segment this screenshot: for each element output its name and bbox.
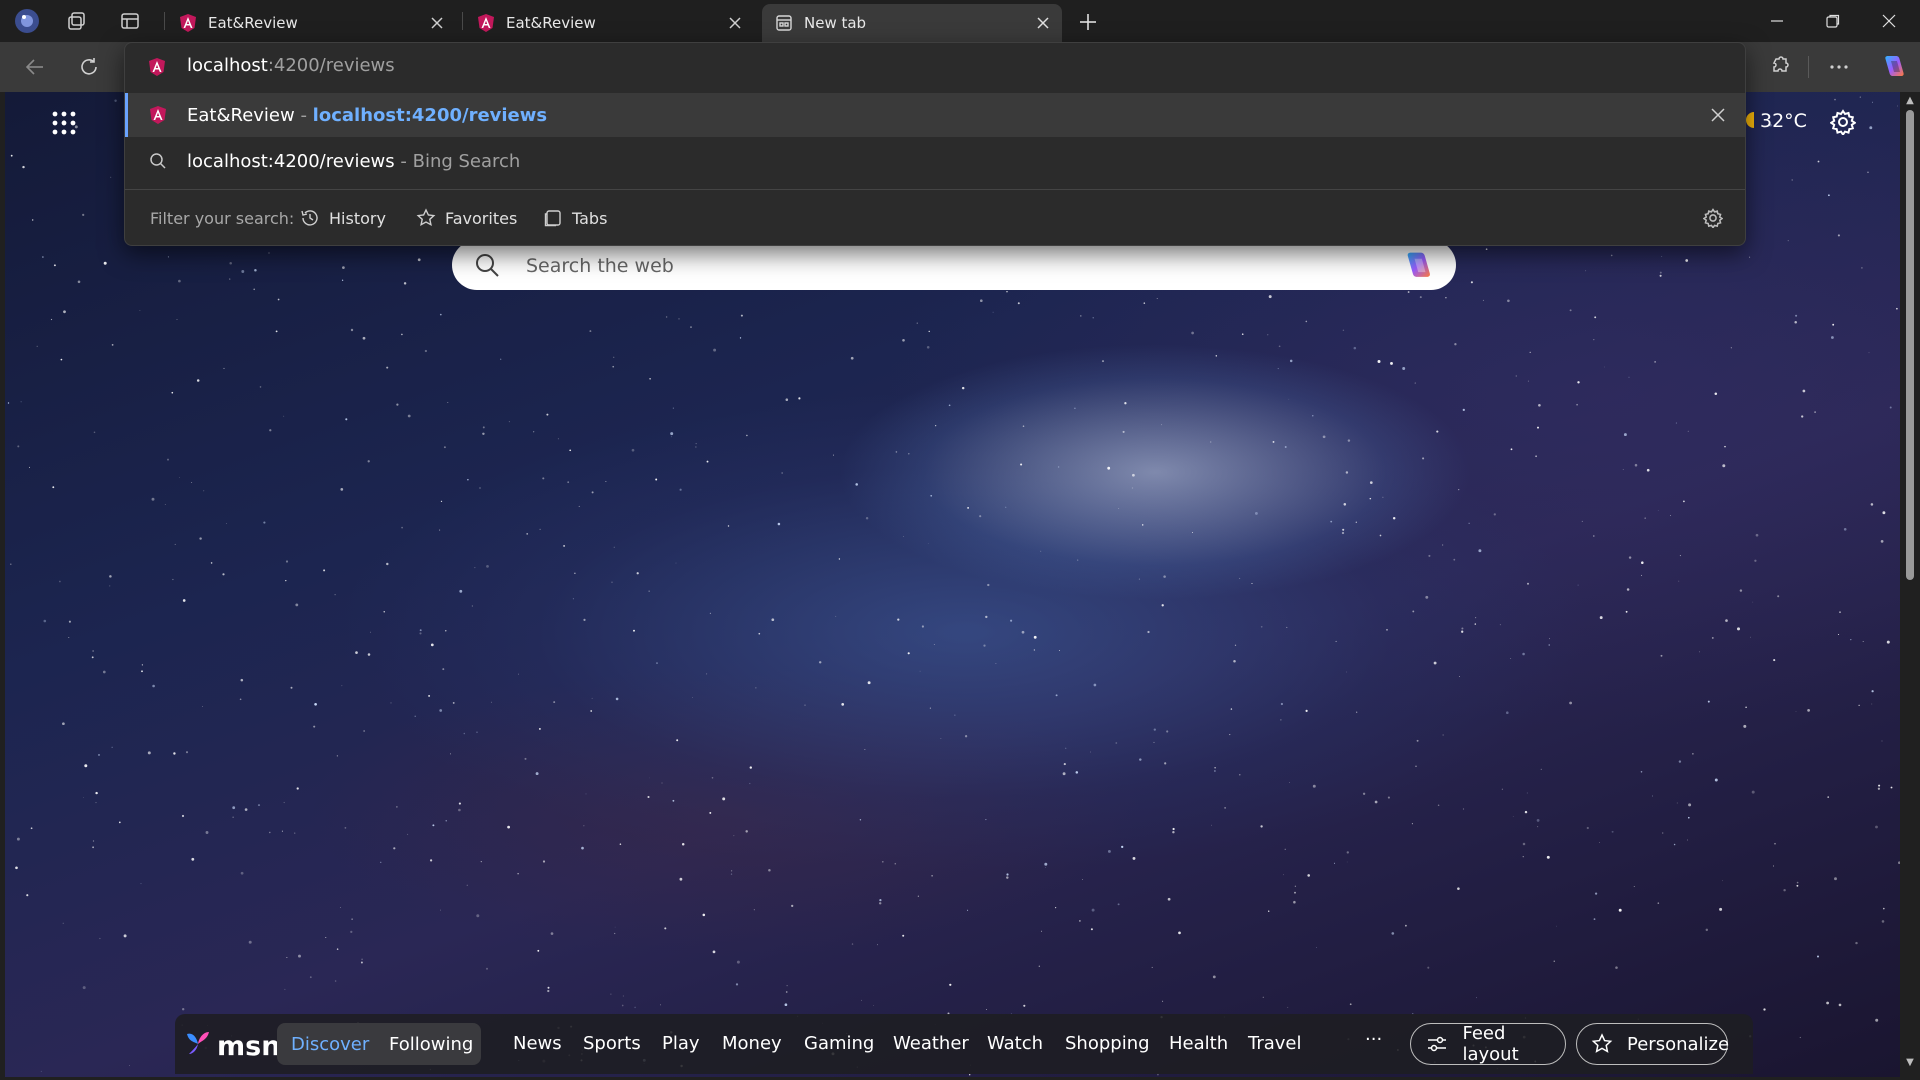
refresh-icon[interactable]	[74, 52, 104, 82]
close-icon[interactable]	[1034, 14, 1052, 32]
scroll-down-arrow-icon[interactable]: ▼	[1904, 1058, 1916, 1068]
copilot-icon[interactable]	[1878, 52, 1908, 82]
page-settings-gear-icon[interactable]	[1825, 104, 1861, 140]
msn-logo-text: msn	[217, 1031, 281, 1062]
selection-indicator	[125, 93, 128, 137]
suggestion-query: localhost:4200/reviews	[187, 151, 395, 172]
personalize-label: Personalize	[1627, 1033, 1730, 1055]
history-clock-icon	[299, 207, 321, 229]
tabs-icon	[542, 207, 564, 229]
nav-watch[interactable]: Watch	[987, 1033, 1043, 1054]
filter-favorites[interactable]: Favorites	[415, 204, 517, 232]
close-icon[interactable]	[726, 14, 744, 32]
tab-eat-review-2[interactable]: Eat&Review	[464, 4, 754, 42]
scroll-up-arrow-icon[interactable]: ▲	[1904, 96, 1916, 106]
tab-discover[interactable]: Discover	[291, 1031, 369, 1057]
sparkle-star-icon	[1591, 1032, 1613, 1056]
profile-avatar-icon[interactable]	[14, 8, 40, 34]
workspaces-icon[interactable]	[64, 8, 90, 34]
tab-title: Eat&Review	[208, 14, 298, 32]
close-icon[interactable]	[428, 14, 446, 32]
nav-more[interactable]: ···	[1365, 1029, 1382, 1050]
search-filter-row: Filter your search: History Favorites Ta…	[125, 189, 1745, 246]
tab-eat-review-1[interactable]: Eat&Review	[166, 4, 456, 42]
tab-separator	[164, 12, 165, 30]
suggestion-title: Eat&Review	[187, 105, 295, 126]
filter-favorites-label: Favorites	[445, 208, 518, 228]
suggestion-eat-review[interactable]: Eat&Review - localhost:4200/reviews	[125, 93, 1745, 137]
tab-strip: Eat&Review Eat&Review New tab	[0, 0, 1920, 42]
angular-favicon-icon	[178, 13, 198, 33]
restore-icon[interactable]	[1810, 6, 1856, 36]
filter-history[interactable]: History	[299, 204, 386, 232]
search-settings-gear-icon[interactable]	[1701, 206, 1725, 230]
suggestion-separator: -	[294, 105, 313, 126]
minimize-icon[interactable]	[1754, 6, 1800, 36]
tab-title: Eat&Review	[506, 14, 596, 32]
back-arrow-icon[interactable]	[20, 52, 50, 82]
tab-separator	[462, 12, 463, 30]
weather-widget[interactable]: 32°C	[1740, 108, 1807, 133]
scrollbar-thumb[interactable]	[1906, 110, 1914, 580]
address-bar-input[interactable]: localhost:4200/reviews	[125, 43, 1745, 93]
nav-play[interactable]: Play	[662, 1033, 700, 1054]
search-icon	[474, 252, 500, 278]
close-window-icon[interactable]	[1866, 6, 1912, 36]
nav-weather[interactable]: Weather	[893, 1033, 969, 1054]
nav-news[interactable]: News	[513, 1033, 562, 1054]
msn-butterfly-icon	[183, 1028, 213, 1065]
personalize-button[interactable]: Personalize	[1576, 1023, 1730, 1065]
url-host: localhost	[187, 55, 268, 76]
toolbar-divider	[1808, 56, 1809, 78]
tab-title: New tab	[804, 14, 867, 32]
more-options-icon[interactable]	[1824, 52, 1854, 82]
search-icon	[147, 150, 169, 172]
web-search-box[interactable]	[452, 240, 1456, 290]
url-path: :4200/reviews	[267, 55, 395, 76]
feed-layout-button[interactable]: Feed layout	[1410, 1023, 1566, 1065]
filter-tabs[interactable]: Tabs	[542, 204, 607, 232]
suggestion-text: localhost:4200/reviews - Bing Search	[187, 151, 520, 172]
new-tab-plus-icon[interactable]	[1074, 8, 1102, 36]
nav-sports[interactable]: Sports	[583, 1033, 641, 1054]
tab-following[interactable]: Following	[389, 1031, 473, 1057]
suggestion-url: localhost:4200/reviews	[312, 105, 548, 126]
suggestion-text: Eat&Review - localhost:4200/reviews	[187, 105, 547, 126]
filter-tabs-label: Tabs	[572, 208, 608, 228]
extensions-icon[interactable]	[1764, 52, 1794, 82]
app-launcher-grid-icon[interactable]	[47, 106, 81, 140]
tab-new-tab[interactable]: New tab	[762, 4, 1062, 42]
address-bar-text[interactable]: localhost:4200/reviews	[187, 55, 395, 76]
nav-shopping[interactable]: Shopping	[1065, 1033, 1150, 1054]
angular-favicon-icon	[147, 104, 169, 126]
angular-favicon-icon	[147, 57, 169, 79]
suggestion-bing-search[interactable]: localhost:4200/reviews - Bing Search	[125, 139, 1745, 183]
vertical-tabs-icon[interactable]	[117, 8, 143, 34]
address-bar-dropdown: localhost:4200/reviews Eat&Review - loca…	[124, 42, 1746, 246]
nav-money[interactable]: Money	[722, 1033, 782, 1054]
sliders-icon	[1425, 1032, 1448, 1056]
angular-favicon-icon	[476, 13, 496, 33]
nav-health[interactable]: Health	[1169, 1033, 1228, 1054]
nav-travel[interactable]: Travel	[1248, 1033, 1302, 1054]
weather-temperature: 32°C	[1760, 109, 1807, 132]
msn-logo[interactable]: msn	[183, 1028, 280, 1065]
copilot-search-icon[interactable]	[1400, 249, 1434, 283]
new-tab-page-icon	[774, 13, 794, 33]
suggestion-engine: - Bing Search	[394, 151, 521, 172]
star-icon	[415, 207, 437, 229]
nav-gaming[interactable]: Gaming	[804, 1033, 874, 1054]
remove-suggestion-close-icon[interactable]	[1707, 104, 1729, 126]
filter-label: Filter your search:	[150, 209, 295, 228]
page-scrollbar[interactable]: ▲ ▼	[1900, 92, 1920, 1080]
discover-following-toggle: Discover Following	[277, 1023, 481, 1065]
msn-feed-navigation: msn Discover Following News Sports Play …	[175, 1014, 1753, 1074]
filter-history-label: History	[329, 208, 386, 228]
feed-layout-label: Feed layout	[1462, 1023, 1519, 1065]
web-search-input[interactable]	[524, 250, 1328, 282]
